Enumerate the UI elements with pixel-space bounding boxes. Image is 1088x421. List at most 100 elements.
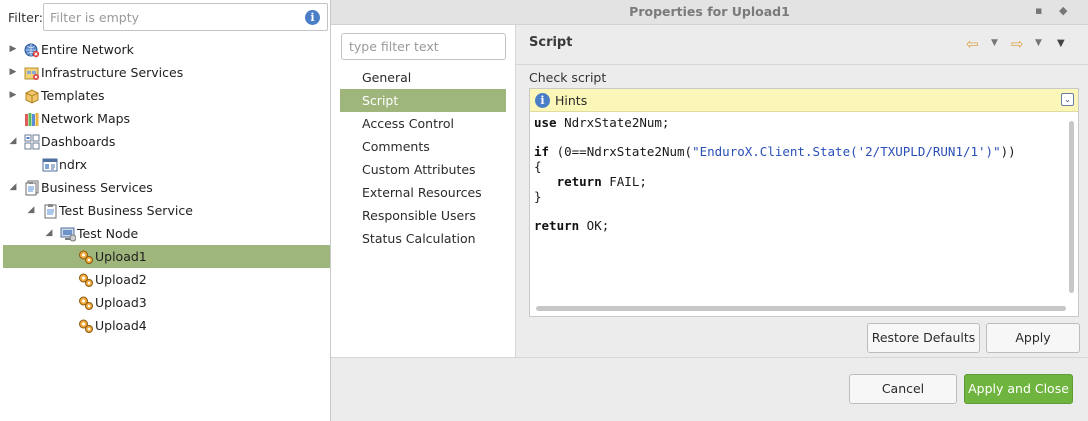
nav-item-external-resources[interactable]: External Resources [340,181,506,204]
collapse-arrow-icon[interactable]: ◢ [25,199,37,222]
tree-item-upload2[interactable]: Upload2 [3,268,330,291]
code-text: )) [1000,144,1016,160]
tree-item-upload4[interactable]: Upload4 [3,314,330,337]
tree-item-label: Upload4 [95,318,147,333]
tree-item-test-business-service[interactable]: ◢ Test Business Service [3,199,330,222]
code-text: FAIL; [601,173,647,189]
gears-icon [79,250,93,264]
tree-item-label: Dashboards [41,134,116,149]
object-tree-panel: Filter: i ▶ Entire Network ▶ Infrastruct… [0,0,331,421]
expand-arrow-icon[interactable]: ▶ [7,61,19,84]
script-code[interactable]: use NdrxState2Num; if (0==NdrxState2Num(… [534,115,1064,296]
business-service-icon [44,204,57,219]
nav-filter-input[interactable] [341,33,506,60]
close-icon[interactable]: ◆ [1059,4,1067,17]
code-keyword: if [534,144,550,160]
tree-item-infrastructure-services[interactable]: ▶ Infrastructure Services [3,61,330,84]
script-editor[interactable]: i Hints ⌄ use NdrxState2Num; if (0==Ndrx… [529,88,1079,317]
apply-button[interactable]: Apply [986,323,1080,353]
minimize-icon[interactable]: ▪ [1035,4,1042,17]
preference-nav: General Script Access Control Comments C… [331,25,516,357]
nav-item-status-calculation[interactable]: Status Calculation [340,227,506,250]
check-script-label: Check script [529,70,607,85]
info-icon: i [535,93,550,108]
node-icon [60,227,76,242]
vertical-scrollbar[interactable] [1069,121,1074,293]
tree-item-label: Templates [41,88,105,103]
view-menu-icon[interactable]: ▼ [1057,38,1065,49]
code-text: OK; [579,217,610,233]
dialog-footer: Cancel Apply and Close [331,357,1088,421]
tree-item-label: Infrastructure Services [41,65,184,80]
dialog-title: Properties for Upload1 [629,4,790,19]
back-dropdown-icon[interactable]: ▼ [991,38,998,48]
collapse-arrow-icon[interactable]: ◢ [7,176,19,199]
tree-filter-input[interactable] [50,8,300,26]
forward-arrow-icon[interactable]: ⇨ [1011,35,1024,53]
dashboard-icon [42,158,58,172]
nav-item-custom-attributes[interactable]: Custom Attributes [340,158,506,181]
expand-hints-icon[interactable]: ⌄ [1061,93,1074,106]
forward-dropdown-icon[interactable]: ▼ [1035,38,1042,48]
nav-item-responsible-users[interactable]: Responsible Users [340,204,506,227]
tree-item-network-maps[interactable]: Network Maps [3,107,330,130]
tree-item-label: Network Maps [41,111,131,126]
code-string: "EnduroX.Client.State('2/TXUPLD/RUN1/1')… [692,144,1001,160]
tree-item-dashboards[interactable]: ◢ Dashboards [3,130,330,153]
business-services-icon [25,180,39,196]
tree-item-templates[interactable]: ▶ Templates [3,84,330,107]
tree-filter-box[interactable]: i [43,3,328,31]
collapse-arrow-icon[interactable]: ◢ [43,222,55,245]
code-keyword: return [556,173,602,189]
code-text: (0==NdrxState2Num( [549,144,693,160]
hints-label: Hints [555,93,588,108]
tree-item-business-services[interactable]: ◢ Business Services [3,176,330,199]
properties-dialog: Properties for Upload1 ▪ ◆ General Scrip… [331,0,1088,421]
code-text: { [534,159,542,175]
tree-item-label: Upload1 [95,249,147,264]
tree-item-upload3[interactable]: Upload3 [3,291,330,314]
tree-item-entire-network[interactable]: ▶ Entire Network [3,38,330,61]
nav-item-script[interactable]: Script [340,89,506,112]
script-page: Script ⇦ ▼ ⇨ ▼ ▼ Check script i Hints ⌄ … [516,25,1088,357]
dashboards-icon [24,134,40,150]
nav-item-general[interactable]: General [340,66,506,89]
tree-item-test-node[interactable]: ◢ Test Node [3,222,330,245]
code-text: NdrxState2Num; [556,115,670,130]
code-keyword: use [534,115,557,130]
tree-item-label: Entire Network [41,42,134,57]
filter-label: Filter: [8,10,43,25]
horizontal-scrollbar[interactable] [536,306,1066,311]
network-icon [24,43,40,58]
templates-icon [25,89,39,104]
network-maps-icon [25,113,39,126]
infrastructure-icon [24,67,39,80]
restore-defaults-button[interactable]: Restore Defaults [867,323,980,353]
cancel-button[interactable]: Cancel [849,374,957,404]
info-icon[interactable]: i [305,10,320,25]
gears-icon [79,273,93,287]
code-text: } [534,188,542,204]
tree-item-upload1[interactable]: Upload1 [3,245,330,268]
expand-arrow-icon[interactable]: ▶ [7,38,19,61]
apply-and-close-button[interactable]: Apply and Close [964,374,1073,404]
page-header: Script ⇦ ▼ ⇨ ▼ ▼ [516,25,1088,65]
gears-icon [79,296,93,310]
collapse-arrow-icon[interactable]: ◢ [7,130,19,153]
nav-item-access-control[interactable]: Access Control [340,112,506,135]
expand-arrow-icon[interactable]: ▶ [7,84,19,107]
tree-item-label: Upload3 [95,295,147,310]
hints-bar[interactable]: i Hints ⌄ [530,89,1078,112]
gears-icon [79,319,93,333]
tree-item-label: Test Business Service [59,203,193,218]
back-arrow-icon[interactable]: ⇦ [966,35,979,53]
tree-item-label: Upload2 [95,272,147,287]
nav-item-comments[interactable]: Comments [340,135,506,158]
dialog-titlebar[interactable]: Properties for Upload1 ▪ ◆ [331,0,1088,25]
tree-item-ndrx[interactable]: ndrx [3,153,330,176]
page-title: Script [529,35,573,50]
code-keyword: return [534,217,580,233]
tree-item-label: ndrx [59,157,88,172]
tree-item-label: Business Services [41,180,153,195]
tree-item-label: Test Node [77,226,139,241]
